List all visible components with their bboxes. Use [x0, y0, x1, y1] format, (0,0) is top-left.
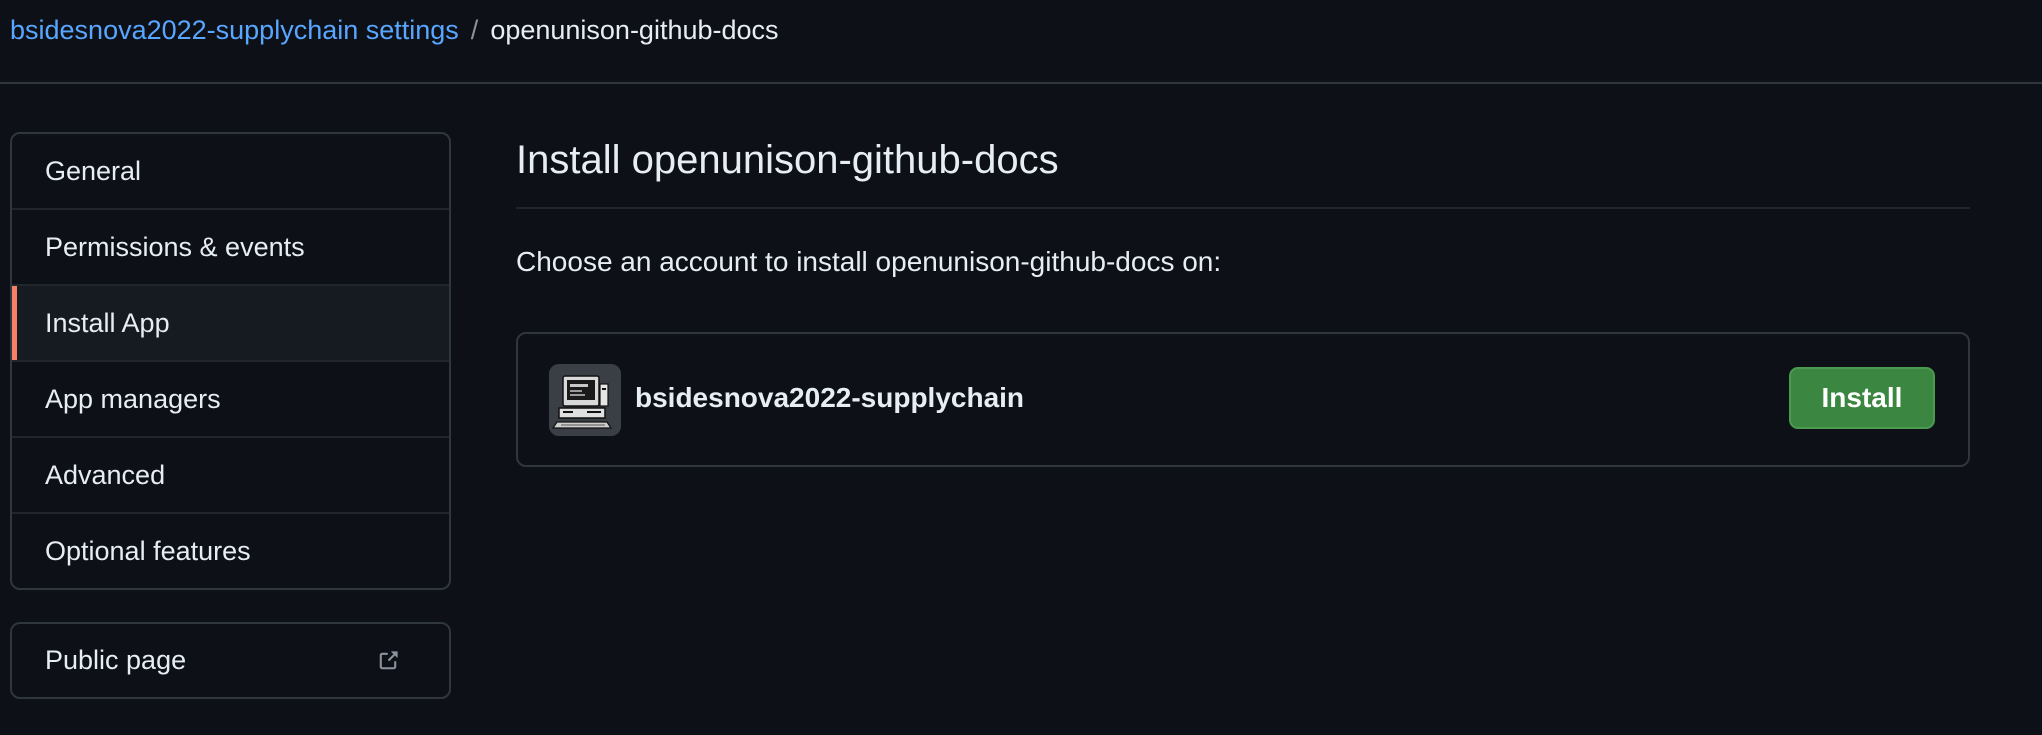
- sidebar-item-advanced[interactable]: Advanced: [12, 436, 449, 512]
- title-divider: [516, 207, 1970, 209]
- account-name: bsidesnova2022-supplychain: [635, 382, 1025, 413]
- sidebar-item-label: General: [45, 155, 142, 186]
- public-page-link[interactable]: Public page: [10, 622, 451, 699]
- external-link-icon: [377, 650, 399, 672]
- install-instructions: Choose an account to install openunison-…: [516, 246, 1222, 277]
- public-page-label: Public page: [45, 645, 187, 675]
- sidebar-item-general[interactable]: General: [12, 134, 449, 208]
- page-title: Install openunison-github-docs: [516, 138, 1059, 182]
- breadcrumb-settings-link[interactable]: bsidesnova2022-supplychain settings: [10, 15, 459, 46]
- sidebar-item-app-managers[interactable]: App managers: [12, 360, 449, 436]
- sidebar-item-optional-features[interactable]: Optional features: [12, 512, 449, 588]
- sidebar-item-install-app[interactable]: Install App: [12, 284, 449, 360]
- account-install-row: bsidesnova2022-supplychain Install: [516, 332, 1970, 467]
- breadcrumb: bsidesnova2022-supplychain settings / op…: [10, 12, 779, 48]
- breadcrumb-separator: /: [470, 14, 479, 45]
- install-button[interactable]: Install: [1789, 367, 1935, 429]
- sidebar-item-label: Optional features: [45, 535, 251, 566]
- avatar: [549, 364, 621, 436]
- sidebar-item-label: Advanced: [45, 459, 166, 490]
- header-divider: [0, 82, 2042, 84]
- sidebar-item-label: Permissions & events: [45, 231, 305, 262]
- breadcrumb-current: openunison-github-docs: [490, 14, 779, 45]
- sidebar-item-label: Install App: [45, 307, 170, 338]
- settings-sidebar: General Permissions & events Install App…: [10, 132, 451, 590]
- sidebar-item-permissions-events[interactable]: Permissions & events: [12, 208, 449, 284]
- retro-computer-icon: [549, 364, 621, 436]
- sidebar-item-label: App managers: [45, 383, 221, 414]
